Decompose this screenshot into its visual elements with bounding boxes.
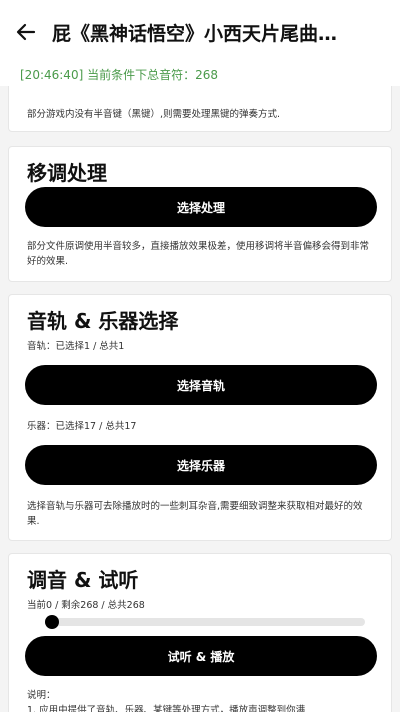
transpose-title: 移调处理: [27, 161, 107, 185]
tuning-title: 调音 & 试听: [27, 568, 139, 592]
status-line: [20:46:40] 当前条件下总音符：268: [0, 64, 400, 86]
app-root: 屁《黑神话悟空》小西天片尾曲… [20:46:40] 当前条件下总音符：268 …: [0, 0, 400, 712]
tracks-title: 音轨 & 乐器选择: [27, 309, 179, 333]
tracks-description: 选择音轨与乐器可去除播放时的一些刺耳杂音,需要细致调整来获取相对最好的效果.: [27, 501, 363, 527]
progress-text: 当前0 / 剩余268 / 总共268: [27, 600, 145, 611]
scroll-content[interactable]: 部分游戏内没有半音键（黑键）,则需要处理黑键的弹奏方式. 移调处理 选择处理 部…: [0, 86, 400, 712]
instrument-selection-info: 乐器：已选择17 / 总共17: [27, 421, 137, 432]
instructions-line-1: 1. 应用中提供了音轨、乐器、某键等处理方式，播放声调整到你满: [27, 705, 306, 712]
select-transpose-button[interactable]: 选择处理: [25, 187, 377, 227]
select-track-button[interactable]: 选择音轨: [25, 365, 377, 405]
page-title: 屁《黑神话悟空》小西天片尾曲…: [52, 22, 338, 45]
back-button[interactable]: [0, 0, 52, 64]
progress-slider[interactable]: [45, 615, 365, 629]
select-instrument-button[interactable]: 选择乐器: [25, 445, 377, 485]
top-app-bar: 屁《黑神话悟空》小西天片尾曲…: [0, 0, 400, 64]
black-key-card: 部分游戏内没有半音键（黑键）,则需要处理黑键的弹奏方式.: [8, 86, 392, 132]
track-selection-info: 音轨：已选择1 / 总共1: [27, 341, 125, 352]
transpose-card: 移调处理 选择处理 部分文件原调使用半音较多，直接播放效果极差，使用移调将半音偏…: [8, 146, 392, 282]
black-key-note: 部分游戏内没有半音键（黑键）,则需要处理黑键的弹奏方式.: [27, 109, 281, 120]
instructions-label: 说明：: [27, 690, 56, 701]
tuning-card: 调音 & 试听 当前0 / 剩余268 / 总共268 试听 & 播放 说明： …: [8, 553, 392, 712]
tracks-card: 音轨 & 乐器选择 音轨：已选择1 / 总共1 选择音轨 乐器：已选择17 / …: [8, 294, 392, 541]
preview-play-button[interactable]: 试听 & 播放: [25, 636, 377, 676]
arrow-left-icon: [16, 23, 36, 41]
progress-slider-thumb[interactable]: [45, 615, 59, 629]
transpose-description: 部分文件原调使用半音较多，直接播放效果极差，使用移调将半音偏移会得到非常好的效果…: [27, 241, 370, 267]
